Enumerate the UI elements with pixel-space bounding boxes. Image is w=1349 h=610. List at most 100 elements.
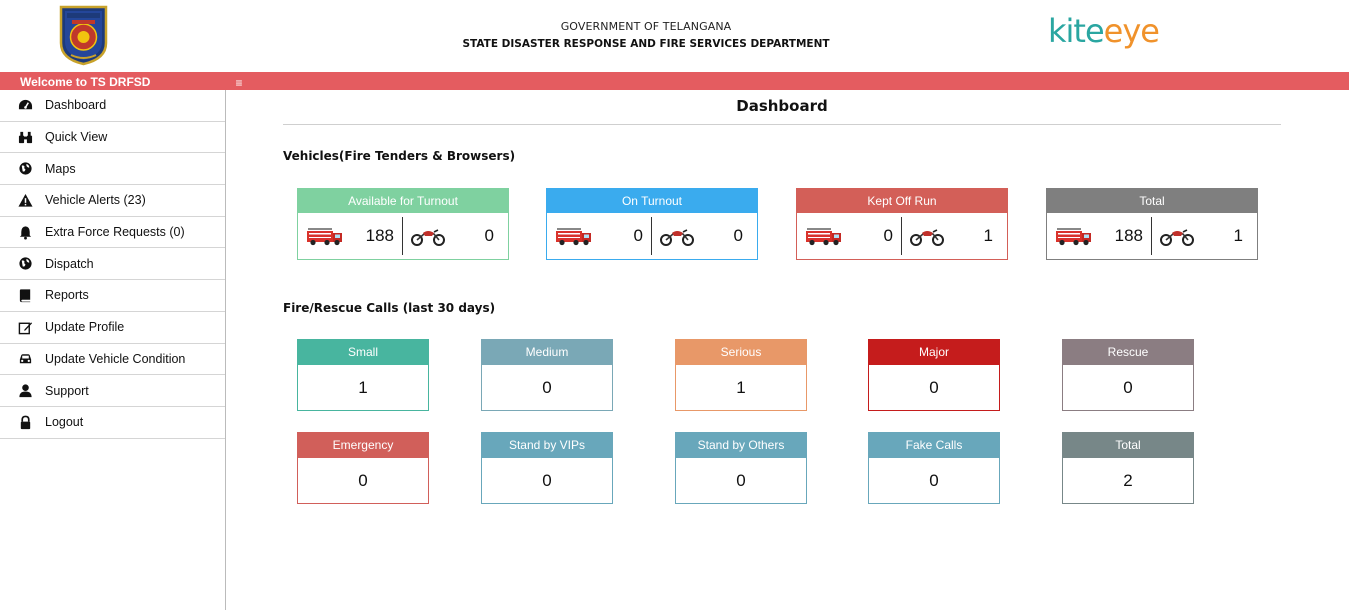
sidebar: Dashboard Quick View Maps Vehicle Alerts… [0,90,226,610]
dashboard-icon [17,98,33,112]
call-card-total[interactable]: Total 2 [1062,432,1194,504]
lock-icon [17,415,33,429]
top-red-bar [0,72,1349,90]
vehicle-card-header: On Turnout [547,189,757,213]
card-divider [651,217,652,255]
sidebar-item-label: Quick View [45,130,108,145]
call-card-header: Stand by Others [676,433,806,458]
call-card-header: Small [298,340,428,365]
bike-count: 1 [983,226,993,245]
call-card-small[interactable]: Small 1 [297,339,429,411]
sidebar-item-update-vehicle-condition[interactable]: Update Vehicle Condition [0,344,225,376]
call-card-value: 2 [1123,471,1133,490]
call-card-major[interactable]: Major 0 [868,339,1000,411]
call-card-value: 0 [736,471,746,490]
department-logo [55,3,112,66]
sidebar-item-label: Dashboard [45,98,107,113]
sidebar-item-label: Extra Force Requests (0) [45,225,185,240]
motorbike-icon [411,229,445,246]
department-name: STATE DISASTER RESPONSE AND FIRE SERVICE… [462,38,830,50]
call-card-medium[interactable]: Medium 0 [481,339,613,411]
tender-count: 0 [883,226,893,245]
welcome-text: Welcome to TS DRFSD [20,75,151,89]
sidebar-item-dispatch[interactable]: Dispatch [0,248,225,281]
app-header: GOVERNMENT OF TELANGANA STATE DISASTER R… [0,0,1349,72]
vehicle-card-header: Total [1047,189,1257,213]
sidebar-item-maps[interactable]: Maps [0,153,225,186]
sidebar-item-label: Support [45,383,89,398]
call-card-value: 0 [1123,378,1133,397]
call-card-header: Stand by VIPs [482,433,612,458]
user-icon [17,384,33,398]
bike-count: 1 [1233,226,1243,245]
call-card-value: 0 [542,471,552,490]
main-content: Dashboard Vehicles(Fire Tenders & Browse… [227,90,1349,610]
sidebar-item-support[interactable]: Support [0,375,225,407]
call-card-rescue[interactable]: Rescue 0 [1062,339,1194,411]
call-card-header: Major [869,340,999,365]
fire-truck-icon [556,228,591,246]
edit-icon [17,320,33,334]
calls-heading: Fire/Rescue Calls (last 30 days) [283,301,496,315]
sidebar-item-label: Update Profile [45,320,125,335]
sidebar-item-label: Dispatch [45,256,94,271]
sidebar-item-quick-view[interactable]: Quick View [0,122,225,154]
call-card-value: 1 [358,378,368,397]
call-card-value: 0 [542,378,552,397]
sidebar-item-label: Update Vehicle Condition [45,351,186,366]
call-card-fake-calls[interactable]: Fake Calls 0 [868,432,1000,504]
call-card-header: Medium [482,340,612,365]
call-card-header: Rescue [1063,340,1193,365]
fire-truck-icon [806,228,841,246]
motorbike-icon [660,229,694,246]
sidebar-item-label: Vehicle Alerts (23) [45,193,146,208]
call-card-emergency[interactable]: Emergency 0 [297,432,429,504]
title-divider [283,124,1281,125]
call-card-value: 0 [358,471,368,490]
fire-truck-icon [307,228,342,246]
card-divider [1151,217,1152,255]
sidebar-item-reports[interactable]: Reports [0,280,225,312]
motorbike-icon [910,229,944,246]
sidebar-item-logout[interactable]: Logout [0,407,225,439]
menu-toggle-icon[interactable]: ≡ [226,74,252,91]
globe-icon [17,162,33,176]
sidebar-item-label: Logout [45,415,84,430]
government-title-block: GOVERNMENT OF TELANGANA STATE DISASTER R… [446,20,846,50]
vehicle-card-total[interactable]: Total 188 1 [1046,188,1258,260]
fire-truck-icon [1056,228,1091,246]
vehicle-card-header: Available for Turnout [298,189,508,213]
tender-count: 188 [365,226,394,245]
tender-count: 0 [633,226,643,245]
call-card-header: Fake Calls [869,433,999,458]
call-card-value: 0 [929,378,939,397]
call-card-serious[interactable]: Serious 1 [675,339,807,411]
binoculars-icon [17,130,33,144]
vehicle-card-header: Kept Off Run [797,189,1007,213]
car-icon [17,352,33,366]
bell-icon [17,225,33,240]
globe-icon [17,257,33,271]
vehicles-heading: Vehicles(Fire Tenders & Browsers) [283,149,516,163]
vehicle-card-on-turnout[interactable]: On Turnout 0 0 [546,188,758,260]
vehicle-card-available[interactable]: Available for Turnout 188 0 [297,188,509,260]
book-icon [17,288,33,303]
call-card-value: 0 [929,471,939,490]
sidebar-item-update-profile[interactable]: Update Profile [0,312,225,344]
call-card-value: 1 [736,378,746,397]
tender-count: 188 [1114,226,1143,245]
sidebar-item-label: Reports [45,288,89,303]
sidebar-item-label: Maps [45,161,76,176]
bike-count: 0 [733,226,743,245]
call-card-standby-others[interactable]: Stand by Others 0 [675,432,807,504]
call-card-header: Serious [676,340,806,365]
sidebar-item-dashboard[interactable]: Dashboard [0,90,225,122]
call-card-header: Total [1063,433,1193,458]
call-card-standby-vips[interactable]: Stand by VIPs 0 [481,432,613,504]
sidebar-item-extra-force-requests[interactable]: Extra Force Requests (0) [0,217,225,249]
government-name: GOVERNMENT OF TELANGANA [560,20,732,33]
warning-icon [17,193,33,207]
card-divider [901,217,902,255]
vehicle-card-kept-off-run[interactable]: Kept Off Run 0 1 [796,188,1008,260]
sidebar-item-vehicle-alerts[interactable]: Vehicle Alerts (23) [0,185,225,217]
